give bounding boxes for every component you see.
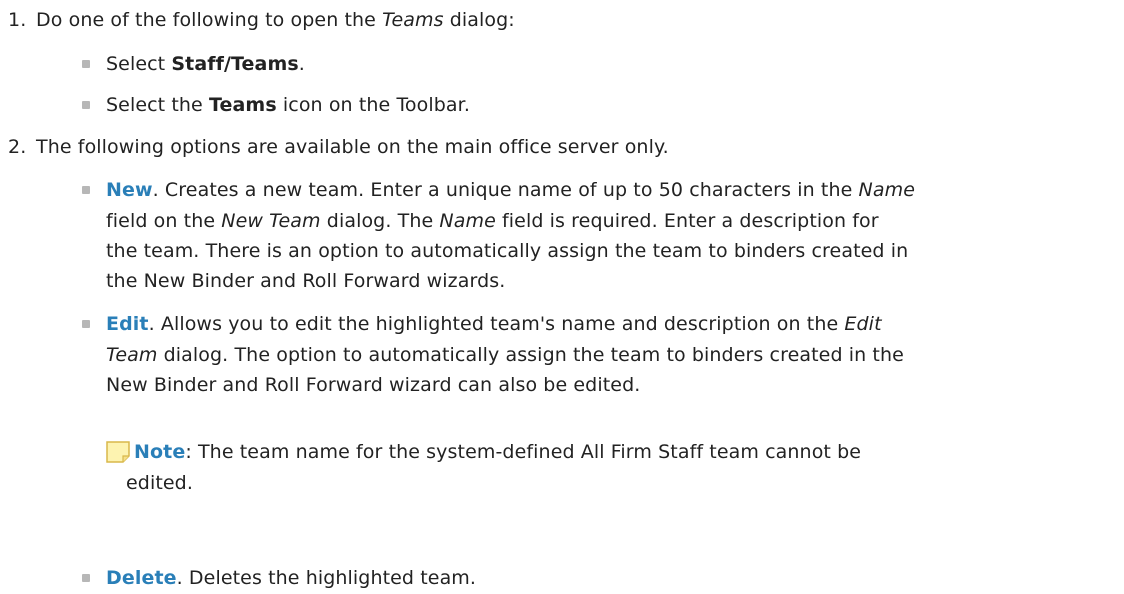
note-line-2: edited. [126,472,193,494]
option-edit-line-2: Team dialog. The option to automatically… [106,344,904,366]
option-new-line-4: the New Binder and Roll Forward wizards. [106,270,506,292]
option-edit-term: Edit [106,313,149,335]
bullet-marker [82,186,90,194]
step-2-text: The following options are available on t… [36,136,669,158]
option-delete-term: Delete [106,567,177,589]
step-1-bullet-2: Select the Teams icon on the Toolbar. [106,94,470,116]
option-new-line-2: field on the New Team dialog. The Name f… [106,210,879,232]
option-new-line-1: New. Creates a new team. Enter a unique … [106,179,915,201]
option-new-line-3: the team. There is an option to automati… [106,240,909,262]
bullet-marker [82,574,90,582]
step-1-bullet-1: Select Staff/Teams. [106,53,305,75]
option-new-term: New [106,179,153,201]
note-label: Note [134,441,186,463]
note-icon [106,441,130,463]
note-line-1: Note: The team name for the system-defin… [134,441,862,463]
step-1-text: Do one of the following to open the Team… [36,9,515,31]
option-edit-line-1: Edit. Allows you to edit the highlighted… [106,313,882,335]
bullet-marker [82,60,90,68]
bullet-marker [82,101,90,109]
step-1-number: 1. [8,9,27,31]
bullet-marker [82,320,90,328]
step-2-number: 2. [8,136,27,158]
option-delete-line-1: Delete. Deletes the highlighted team. [106,567,477,589]
option-edit-line-3: New Binder and Roll Forward wizard can a… [106,374,641,396]
